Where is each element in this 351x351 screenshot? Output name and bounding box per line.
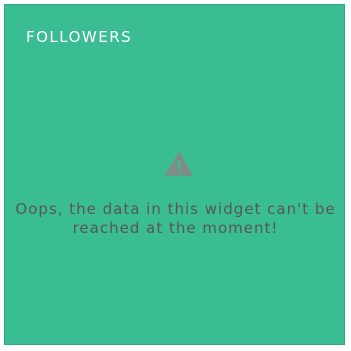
followers-widget: FOLLOWERS Oops, the data in this widget … (4, 4, 345, 345)
widget-title: FOLLOWERS (26, 28, 133, 46)
error-message: Oops, the data in this widget can't be r… (15, 200, 336, 237)
warning-icon (165, 152, 193, 176)
